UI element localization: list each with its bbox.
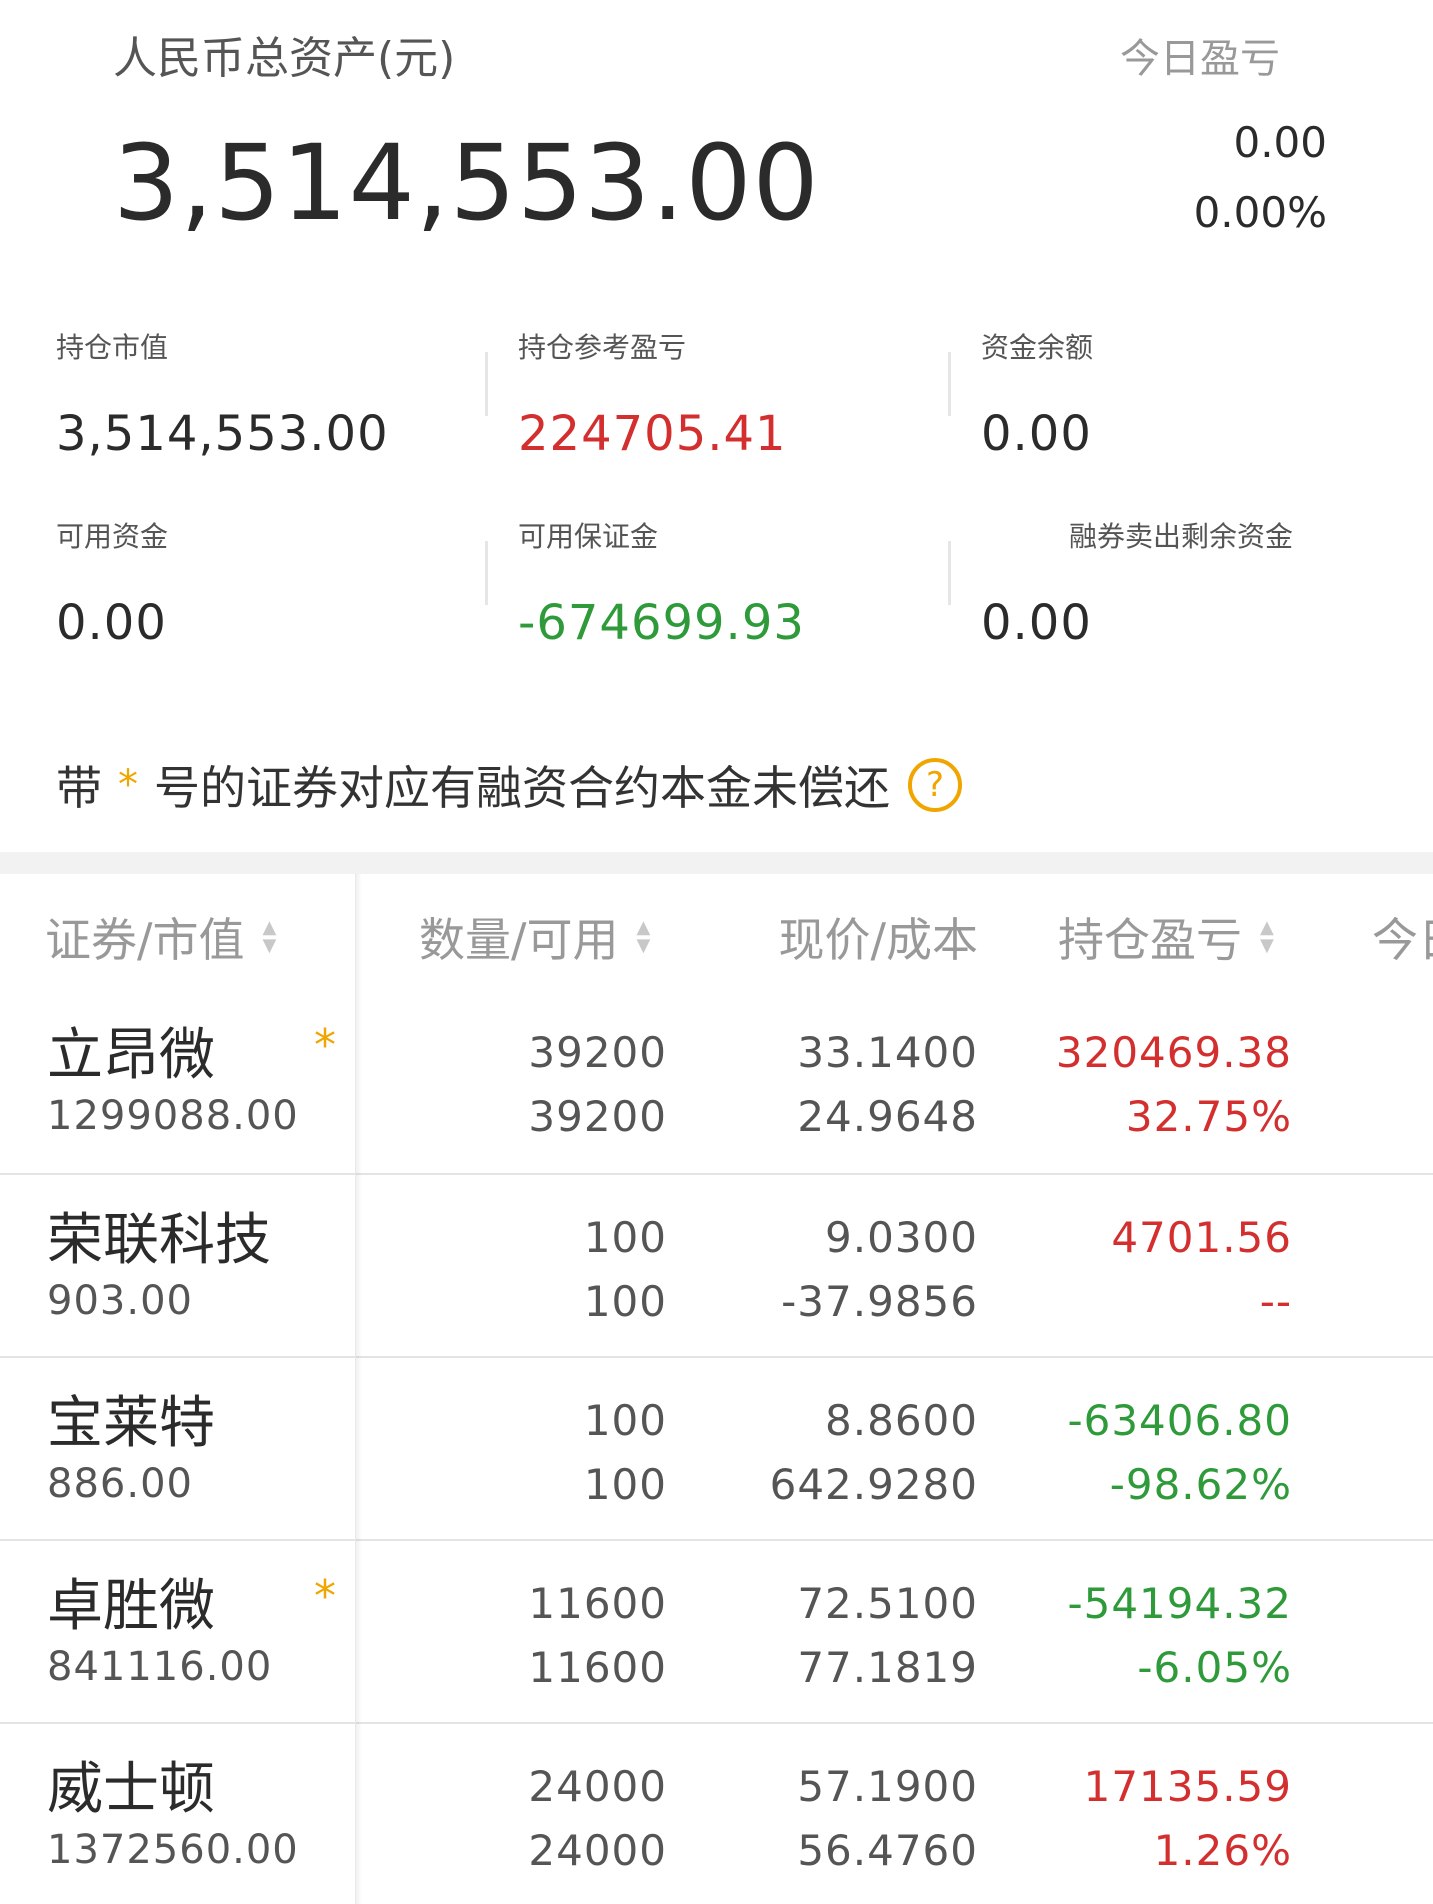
quantity: 24000: [528, 1762, 667, 1811]
stat-fund-balance: 资金余额 0.00: [981, 326, 1093, 462]
header-position-pl-sort[interactable]: 持仓盈亏 ▲ ▼: [1058, 904, 1274, 970]
today-pl-label: 今日盈亏: [1120, 36, 1280, 82]
cost-price: 24.9648: [797, 1092, 978, 1141]
position-pl: 17135.59: [1083, 1762, 1292, 1811]
sort-icon: ▲ ▼: [262, 917, 277, 956]
divider: [485, 541, 488, 605]
star-icon: *: [314, 1571, 336, 1622]
market-value: 1299088.00: [47, 1093, 299, 1139]
table-header: 证券/市值 ▲▼ 数量/可用 ▲▼ 现价/成本 持仓盈亏 ▲▼ 今日: [0, 874, 1433, 990]
cost-price: 642.9280: [769, 1460, 978, 1509]
header-label: 持仓盈亏: [1058, 913, 1242, 967]
holdings-table: 证券/市值 ▲▼ 数量/可用 ▲▼ 现价/成本 持仓盈亏 ▲▼ 今日 立昂微 12…: [0, 874, 1433, 1904]
position-pl: -63406.80: [1067, 1396, 1292, 1445]
stat-label: 可用资金: [56, 520, 169, 553]
current-price: 9.0300: [825, 1213, 978, 1262]
notice-text: 号的证券对应有融资合约本金未偿还: [154, 761, 890, 815]
divider: [948, 541, 951, 605]
cost-price: -37.9856: [781, 1277, 978, 1326]
security-name: 威士顿: [47, 1757, 215, 1822]
stat-label: 可用保证金: [518, 520, 659, 553]
divider: [485, 352, 488, 416]
table-row[interactable]: 卓胜微 841116.00 * 11600 11600 72.5100 77.1819 -54…: [0, 1539, 1433, 1722]
header-quantity-sort[interactable]: 数量/可用 ▲ ▼: [419, 904, 650, 970]
stat-available-margin: 可用保证金 -674699.93: [518, 515, 805, 651]
available-quantity: 39200: [528, 1092, 667, 1141]
quantity: 100: [583, 1396, 667, 1445]
stat-value: -674699.93: [518, 595, 805, 651]
stat-short-sale-remaining: 融券卖出剩余资金 0.00: [981, 515, 1293, 651]
header-label: 现价/成本: [778, 913, 979, 967]
stat-value: 0.00: [981, 406, 1092, 462]
security-name: 卓胜微: [47, 1574, 215, 1639]
quantity: 39200: [528, 1028, 667, 1077]
position-pl: 4701.56: [1111, 1213, 1292, 1262]
divider: [948, 352, 951, 416]
cost-price: 77.1819: [797, 1643, 978, 1692]
stat-available-funds: 可用资金 0.00: [56, 515, 168, 651]
stat-value: 0.00: [981, 595, 1092, 651]
current-price: 8.8600: [825, 1396, 978, 1445]
header-label: 今日: [1372, 913, 1433, 967]
available-quantity: 100: [583, 1460, 667, 1509]
total-assets-value: 3,514,553.00: [113, 122, 820, 244]
quantity: 100: [583, 1213, 667, 1262]
quantity: 11600: [528, 1579, 667, 1628]
table-row[interactable]: 荣联科技 903.00 100 100 9.0300 -37.9856 4701.56 --: [0, 1173, 1433, 1356]
header-price-cost: 现价/成本: [779, 904, 979, 970]
stat-label: 融券卖出剩余资金: [1069, 520, 1294, 553]
header-label: 数量/可用: [419, 913, 619, 967]
header-label: 证券/市值: [45, 913, 245, 967]
position-pl: 320469.38: [1055, 1028, 1292, 1077]
stat-value: 224705.41: [518, 406, 787, 462]
stat-position-value: 持仓市值 3,514,553.00: [56, 326, 389, 462]
total-assets-label: 人民币总资产(元): [113, 33, 456, 84]
section-divider: [0, 852, 1433, 874]
cost-price: 56.4760: [797, 1826, 978, 1875]
position-pl-percent: -6.05%: [1137, 1643, 1292, 1692]
stat-position-pl: 持仓参考盈亏 224705.41: [518, 326, 787, 462]
market-value: 903.00: [47, 1278, 193, 1324]
margin-notice: 带 * 号的证券对应有融资合约本金未偿还 ?: [56, 752, 962, 818]
security-name: 荣联科技: [47, 1208, 271, 1273]
notice-prefix: 带: [56, 761, 102, 815]
position-pl-percent: -98.62%: [1109, 1460, 1292, 1509]
sort-icon: ▲ ▼: [636, 917, 651, 956]
table-row[interactable]: 立昂微 1299088.00 * 39200 39200 33.1400 24.9648 32…: [0, 990, 1433, 1173]
today-pl-value: 0.00: [1233, 118, 1327, 167]
position-pl-percent: --: [1259, 1277, 1292, 1326]
available-quantity: 24000: [528, 1826, 667, 1875]
sort-icon: ▲ ▼: [1260, 917, 1274, 956]
table-row[interactable]: 宝莱特 886.00 100 100 8.8600 642.9280 -63406.80 -9…: [0, 1356, 1433, 1539]
header-today-pl[interactable]: 今日: [1372, 904, 1433, 970]
position-pl: -54194.32: [1067, 1579, 1292, 1628]
star-icon: *: [118, 762, 138, 808]
position-pl-percent: 32.75%: [1125, 1092, 1292, 1141]
position-pl-percent: 1.26%: [1153, 1826, 1292, 1875]
current-price: 57.1900: [797, 1762, 978, 1811]
current-price: 33.1400: [797, 1028, 978, 1077]
table-row[interactable]: 威士顿 1372560.00 24000 24000 57.1900 56.4760 171…: [0, 1722, 1433, 1904]
stat-label: 资金余额: [981, 331, 1094, 364]
current-price: 72.5100: [797, 1579, 978, 1628]
security-name: 宝莱特: [47, 1391, 215, 1456]
market-value: 841116.00: [47, 1644, 273, 1690]
stat-value: 0.00: [56, 595, 167, 651]
market-value: 1372560.00: [47, 1827, 299, 1873]
stat-label: 持仓市值: [56, 331, 169, 364]
stat-label: 持仓参考盈亏: [518, 331, 687, 364]
stat-value: 3,514,553.00: [56, 406, 389, 462]
header-security-sort[interactable]: 证券/市值 ▲ ▼: [45, 904, 276, 970]
available-quantity: 11600: [528, 1643, 667, 1692]
security-name: 立昂微: [47, 1023, 215, 1088]
help-icon[interactable]: ?: [908, 758, 962, 812]
frozen-column-shadow: [356, 874, 362, 1904]
today-pl-percent: 0.00%: [1193, 188, 1327, 237]
market-value: 886.00: [47, 1461, 193, 1507]
available-quantity: 100: [583, 1277, 667, 1326]
star-icon: *: [314, 1020, 336, 1071]
